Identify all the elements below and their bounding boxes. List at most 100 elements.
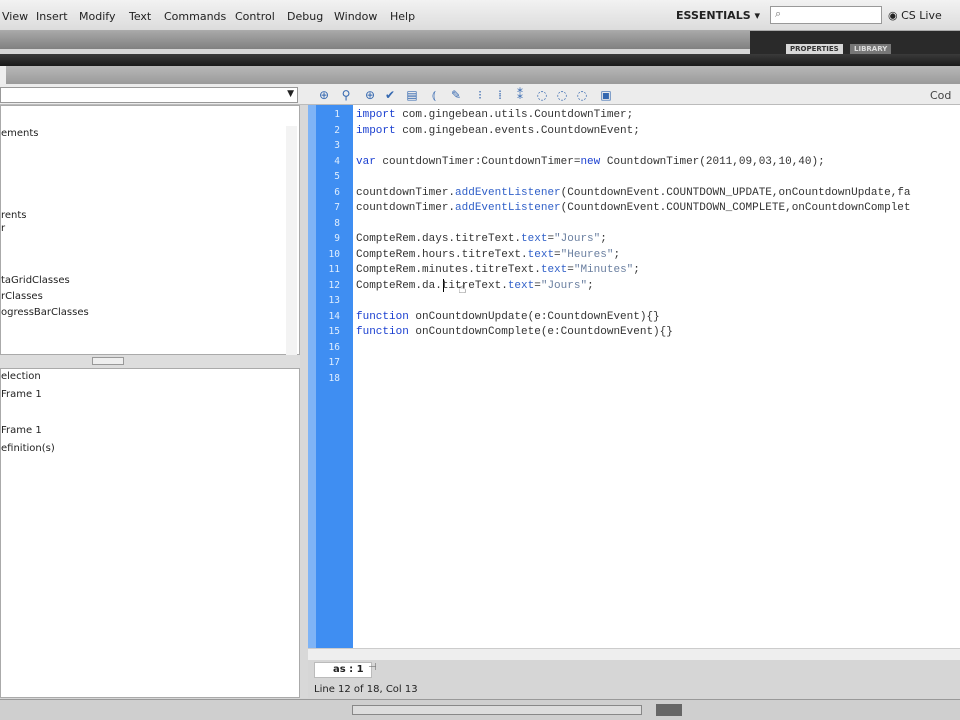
menu-text[interactable]: Text [129, 10, 151, 23]
search-input[interactable]: ⌕ [770, 6, 882, 24]
tab-library[interactable]: LIBRARY [850, 44, 892, 54]
code-token: countdownTimer:CountdownTimer= [375, 155, 581, 168]
menu-insert[interactable]: Insert [36, 10, 68, 23]
navigator-item[interactable]: Frame 1 [1, 425, 42, 436]
pin-icon[interactable]: ⊣ [368, 662, 377, 673]
line-number-gutter: 1 2 3 4 5 6 7 8 9 10 11 12 13 14 15 16 17 18 [308, 105, 353, 648]
menu-commands[interactable]: Commands [164, 10, 226, 23]
code-token: "Jours" [540, 279, 588, 292]
tree-item[interactable]: rents [1, 210, 27, 221]
menu-window[interactable]: Window [334, 10, 377, 23]
code-line[interactable]: var countdownTimer:CountdownTimer=new Co… [356, 156, 825, 168]
line-number: 17 [328, 357, 340, 368]
navigator-item[interactable]: election [1, 371, 41, 382]
line-number: 8 [334, 217, 340, 229]
tree-item[interactable]: rClasses [1, 291, 43, 302]
menu-help[interactable]: Help [390, 10, 415, 23]
code-line[interactable]: function onCountdownComplete(e:Countdown… [356, 326, 673, 338]
show-hide-toolbox-icon[interactable]: ▣ [598, 87, 614, 103]
line-number: 6 [334, 186, 340, 198]
debug-options-icon[interactable]: ✎ [448, 87, 464, 103]
code-token: text [521, 233, 548, 245]
collapse-selection-icon[interactable]: ⁞ [492, 87, 508, 103]
insert-target-path-icon[interactable]: ⊕ [362, 87, 378, 103]
timeline-header [0, 54, 960, 66]
add-statement-icon[interactable]: ⊕ [316, 87, 332, 103]
code-line[interactable]: import com.gingebean.utils.CountdownTime… [356, 109, 633, 121]
panel-splitter[interactable] [0, 355, 300, 368]
code-token: function [356, 310, 409, 323]
code-line[interactable]: CompteRem.da.titreText.text="Jours"; [356, 280, 594, 292]
code-snippets-button[interactable]: Cod [930, 89, 951, 102]
code-token: ; [633, 264, 640, 276]
remove-comment-icon[interactable]: ◌ [574, 87, 590, 103]
code-token: ; [587, 279, 594, 292]
code-token: "Heures" [560, 248, 614, 261]
line-number: 3 [334, 140, 340, 151]
code-token: ; [613, 248, 621, 261]
code-line[interactable]: CompteRem.hours.titreText.text="Heures"; [356, 249, 620, 261]
cs-live-label: CS Live [901, 9, 942, 22]
navigator-item[interactable]: efinition(s) [1, 443, 55, 454]
code-line[interactable]: import com.gingebean.events.CountdownEve… [356, 125, 640, 137]
cs-live-button[interactable]: ◉ CS Live [888, 9, 942, 22]
properties-panel-header: PROPERTIES LIBRARY [750, 31, 960, 54]
script-tab[interactable]: as : 1 [314, 662, 372, 678]
code-token: = [534, 279, 541, 292]
line-number: 4 [334, 155, 340, 167]
find-icon[interactable]: ⚲ [338, 87, 354, 103]
workspace-switcher[interactable]: ESSENTIALS ▾ [676, 9, 760, 22]
line-number: 16 [328, 341, 340, 353]
code-token: import [356, 109, 396, 121]
code-token: text [540, 264, 568, 276]
code-token: com.gingebean.events.CountdownEvent; [395, 124, 640, 137]
actionscript-version-select[interactable]: ▼ [0, 87, 298, 103]
script-navigator: election Frame 1 Frame 1 efinition(s) [0, 368, 300, 698]
status-line: Line 12 of 18, Col 13 [314, 684, 418, 695]
tree-item[interactable]: r [1, 223, 5, 234]
apply-line-comment-icon[interactable]: ◌ [554, 87, 570, 103]
code-token: ; [600, 233, 607, 245]
code-token: new [580, 155, 601, 168]
line-number: 10 [328, 248, 340, 260]
code-editor[interactable]: 1 2 3 4 5 6 7 8 9 10 11 12 13 14 15 16 17 18 ☝ import com… [308, 105, 960, 648]
tab-properties[interactable]: PROPERTIES [786, 44, 843, 54]
vertical-splitter[interactable] [300, 105, 308, 698]
actions-toolbox: ements rents r taGridClasses rClasses ogressB… [0, 105, 300, 356]
apply-block-comment-icon[interactable]: ◌ [534, 87, 550, 103]
code-token: CompteRem.days.titreText. [356, 233, 522, 245]
code-line[interactable]: CompteRem.days.titreText.text="Jours"; [356, 233, 607, 245]
scrollbar[interactable] [286, 126, 297, 356]
code-token: = [567, 264, 574, 276]
collapse-braces-icon[interactable]: ⁝ [472, 87, 488, 103]
code-token: text [507, 279, 535, 292]
horizontal-scrollbar[interactable] [308, 648, 960, 660]
actions-panel-header [0, 66, 960, 84]
tree-item[interactable]: taGridClasses [1, 275, 70, 286]
chevron-down-icon: ▼ [287, 89, 294, 99]
code-token: function [356, 326, 409, 338]
code-token: onCountdownComplete(e:CountdownEvent){} [408, 326, 673, 338]
check-syntax-icon[interactable]: ✔ [382, 87, 398, 103]
menu-debug[interactable]: Debug [287, 10, 323, 23]
auto-format-icon[interactable]: ▤ [404, 87, 420, 103]
code-line[interactable]: countdownTimer.addEventListener(Countdow… [356, 202, 911, 214]
navigator-item[interactable]: Frame 1 [1, 389, 42, 400]
line-number: 14 [328, 310, 340, 322]
code-line[interactable]: countdownTimer.addEventListener(Countdow… [356, 187, 911, 199]
code-token: var [356, 155, 376, 168]
menu-control[interactable]: Control [235, 10, 275, 23]
code-token: "Jours" [554, 233, 601, 245]
menu-modify[interactable]: Modify [79, 10, 115, 23]
code-hint-icon[interactable]: ⦅ [426, 87, 442, 103]
tree-item[interactable]: ements [1, 128, 39, 139]
tree-item[interactable]: ogressBarClasses [1, 307, 89, 318]
code-line[interactable]: CompteRem.minutes.titreText.text="Minute… [356, 264, 640, 276]
taskbar [0, 699, 960, 720]
code-line[interactable]: function onCountdownUpdate(e:CountdownEv… [356, 311, 660, 323]
code-token: "Minutes" [573, 264, 634, 276]
menu-view[interactable]: View [2, 10, 28, 23]
code-token: onCountdownUpdate(e:CountdownEvent){} [408, 310, 660, 323]
code-token: = [554, 248, 561, 261]
expand-all-icon[interactable]: ⁑ [512, 87, 528, 103]
